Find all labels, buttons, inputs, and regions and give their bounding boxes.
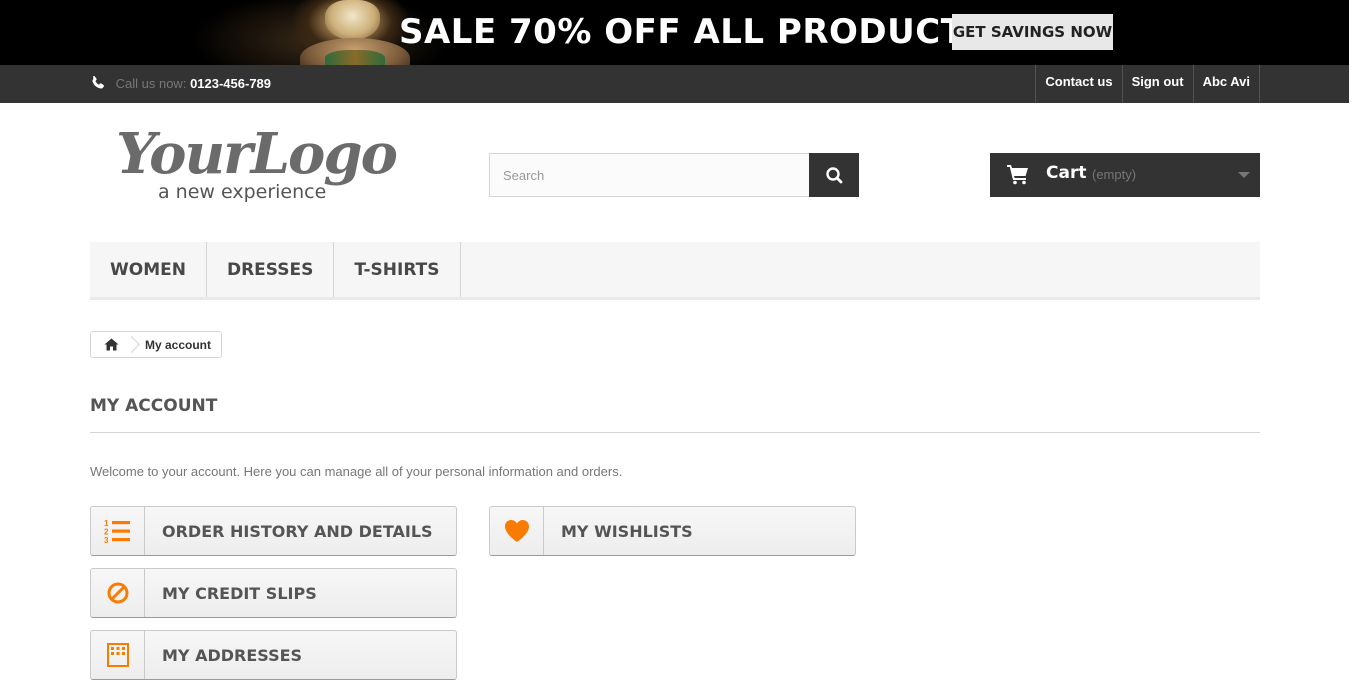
cart-icon — [1007, 165, 1028, 185]
breadcrumb-separator — [131, 332, 143, 357]
svg-text:3: 3 — [104, 536, 109, 544]
breadcrumb-current: My account — [145, 337, 212, 352]
home-icon — [104, 338, 118, 351]
credit-slips-label: My credit slips — [162, 583, 317, 603]
addresses-label: My addresses — [162, 645, 303, 665]
phone-icon — [92, 75, 104, 89]
top-nav-bar: Call us now: 0123-456-789 Contact us Sig… — [0, 65, 1349, 103]
site-logo[interactable]: YourLogo a new experience — [116, 121, 398, 209]
menu-item-women[interactable]: Women — [90, 242, 207, 297]
search-button[interactable] — [809, 153, 859, 197]
building-icon — [91, 631, 145, 679]
call-label: Call us now: — [115, 76, 187, 91]
heart-icon — [490, 507, 544, 555]
ban-icon — [91, 569, 145, 617]
order-history-button[interactable]: 1 2 3 Order history and details — [90, 506, 457, 556]
cart-button[interactable]: Cart (empty) — [990, 153, 1260, 197]
menu-item-tshirts[interactable]: T-shirts — [334, 242, 461, 297]
get-savings-button[interactable]: GET SAVINGS NOW — [952, 14, 1113, 50]
phone-number: 0123-456-789 — [190, 76, 272, 91]
cart-status: (empty) — [1092, 167, 1137, 182]
top-links: Contact us Sign out Abc Avi — [1035, 65, 1260, 103]
search-form — [489, 153, 859, 197]
order-history-label: Order history and details — [162, 521, 433, 541]
chevron-down-icon — [1238, 172, 1250, 178]
cart-label: Cart — [1046, 163, 1087, 183]
page-title: My account — [90, 396, 1260, 433]
banner-headline: SALE 70% OFF ALL PRODUCTS — [399, 12, 990, 52]
welcome-text: Welcome to your account. Here you can ma… — [90, 464, 623, 479]
ordered-list-icon: 1 2 3 — [91, 507, 145, 555]
logo-wordmark: YourLogo — [116, 121, 398, 187]
sign-out-link[interactable]: Sign out — [1123, 65, 1194, 103]
wishlists-button[interactable]: My wishlists — [489, 506, 856, 556]
call-us: Call us now: 0123-456-789 — [90, 65, 271, 103]
addresses-button[interactable]: My addresses — [90, 630, 457, 680]
account-name-link[interactable]: Abc Avi — [1194, 65, 1260, 103]
contact-us-link[interactable]: Contact us — [1036, 65, 1123, 103]
breadcrumb-home[interactable] — [91, 332, 131, 357]
credit-slips-button[interactable]: My credit slips — [90, 568, 457, 618]
breadcrumb: My account — [90, 331, 223, 358]
logo-tagline: a new experience — [158, 181, 327, 203]
wishlists-label: My wishlists — [561, 521, 693, 541]
search-icon — [826, 167, 843, 184]
search-input[interactable] — [489, 153, 809, 197]
main-menu: Women Dresses T-shirts — [90, 242, 1260, 300]
promo-banner[interactable]: SALE 70% OFF ALL PRODUCTS GET SAVINGS NO… — [0, 0, 1349, 65]
menu-item-dresses[interactable]: Dresses — [207, 242, 335, 297]
